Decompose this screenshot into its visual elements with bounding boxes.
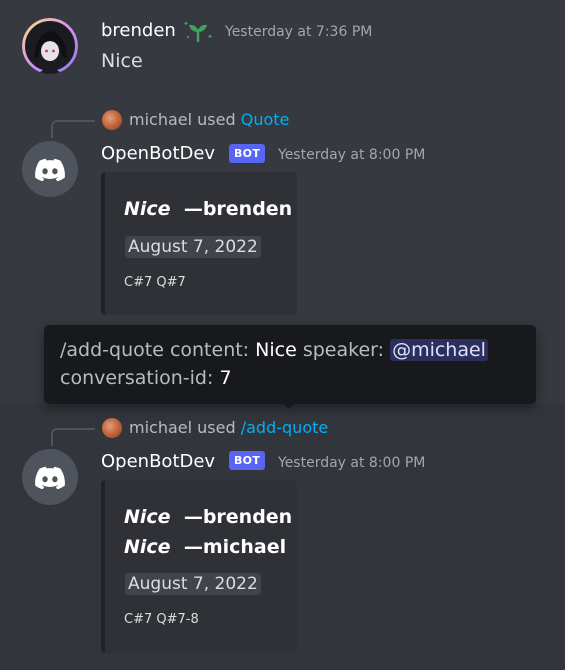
quote-embed: Nice —brenden Nice —michael August 7, 20… [101,480,297,653]
message-username[interactable]: brenden [101,20,176,41]
bot-avatar[interactable] [22,449,78,505]
command-tooltip: /add-quote content: Nice speaker: @micha… [44,325,536,404]
reply-used-text: used [197,110,236,129]
quote-author: —brenden [183,506,293,528]
bot-username[interactable]: OpenBotDev [101,451,215,472]
discord-logo-icon [35,466,65,489]
reply-user-avatar[interactable] [102,110,122,130]
reply-command[interactable]: Quote [241,110,290,129]
embed-date: August 7, 2022 [125,573,261,595]
bot-avatar[interactable] [22,141,78,197]
bot-tag: BOT [229,144,266,163]
discord-logo-icon [35,158,65,181]
reply-command[interactable]: /add-quote [241,418,328,437]
quote-author: —michael [183,536,287,558]
reply-username[interactable]: michael [129,110,192,129]
user-avatar[interactable] [22,18,78,74]
reply-username[interactable]: michael [129,418,192,437]
embed-footer: C#7 Q#7 [124,275,186,290]
tooltip-speaker-mention[interactable]: @michael [390,339,488,361]
embed-quote-line: Nice —michael [124,536,286,558]
tooltip-speaker-label: speaker: [302,339,385,361]
quote-text: Nice [124,536,171,558]
reply-used-text: used [197,418,236,437]
tooltip-content-label: content: [169,339,250,361]
reply-connector [51,428,95,446]
tooltip-line-2: conversation-id: 7 [60,367,232,389]
tooltip-content-value: Nice [255,339,297,361]
message-content: Nice [101,50,143,72]
message-timestamp[interactable]: Yesterday at 8:00 PM [278,455,425,471]
quote-embed: Nice —brenden August 7, 2022 C#7 Q#7 [101,172,297,315]
reply-preview[interactable]: michael used Quote [129,110,289,129]
quote-author: —brenden [183,198,293,220]
tooltip-command: /add-quote [60,339,164,361]
embed-date: August 7, 2022 [125,236,261,258]
embed-quote-line: Nice —brenden [124,506,292,528]
reply-connector [51,120,95,138]
tooltip-arrow [282,402,296,409]
embed-footer: C#7 Q#7-8 [124,612,199,627]
reply-preview[interactable]: michael used /add-quote [129,418,328,437]
tooltip-conversation-label: conversation-id: [60,367,214,389]
embed-quote-line: Nice —brenden [124,198,292,220]
tooltip-line-1: /add-quote content: Nice speaker: @micha… [60,339,488,361]
bot-tag: BOT [229,451,266,470]
message-timestamp[interactable]: Yesterday at 7:36 PM [225,24,372,40]
quote-text: Nice [124,198,171,220]
quote-text: Nice [124,506,171,528]
reply-user-avatar[interactable] [102,418,122,438]
message-timestamp[interactable]: Yesterday at 8:00 PM [278,147,425,163]
tooltip-conversation-value: 7 [219,367,232,389]
bot-username[interactable]: OpenBotDev [101,143,215,164]
sprout-icon[interactable] [183,20,213,46]
